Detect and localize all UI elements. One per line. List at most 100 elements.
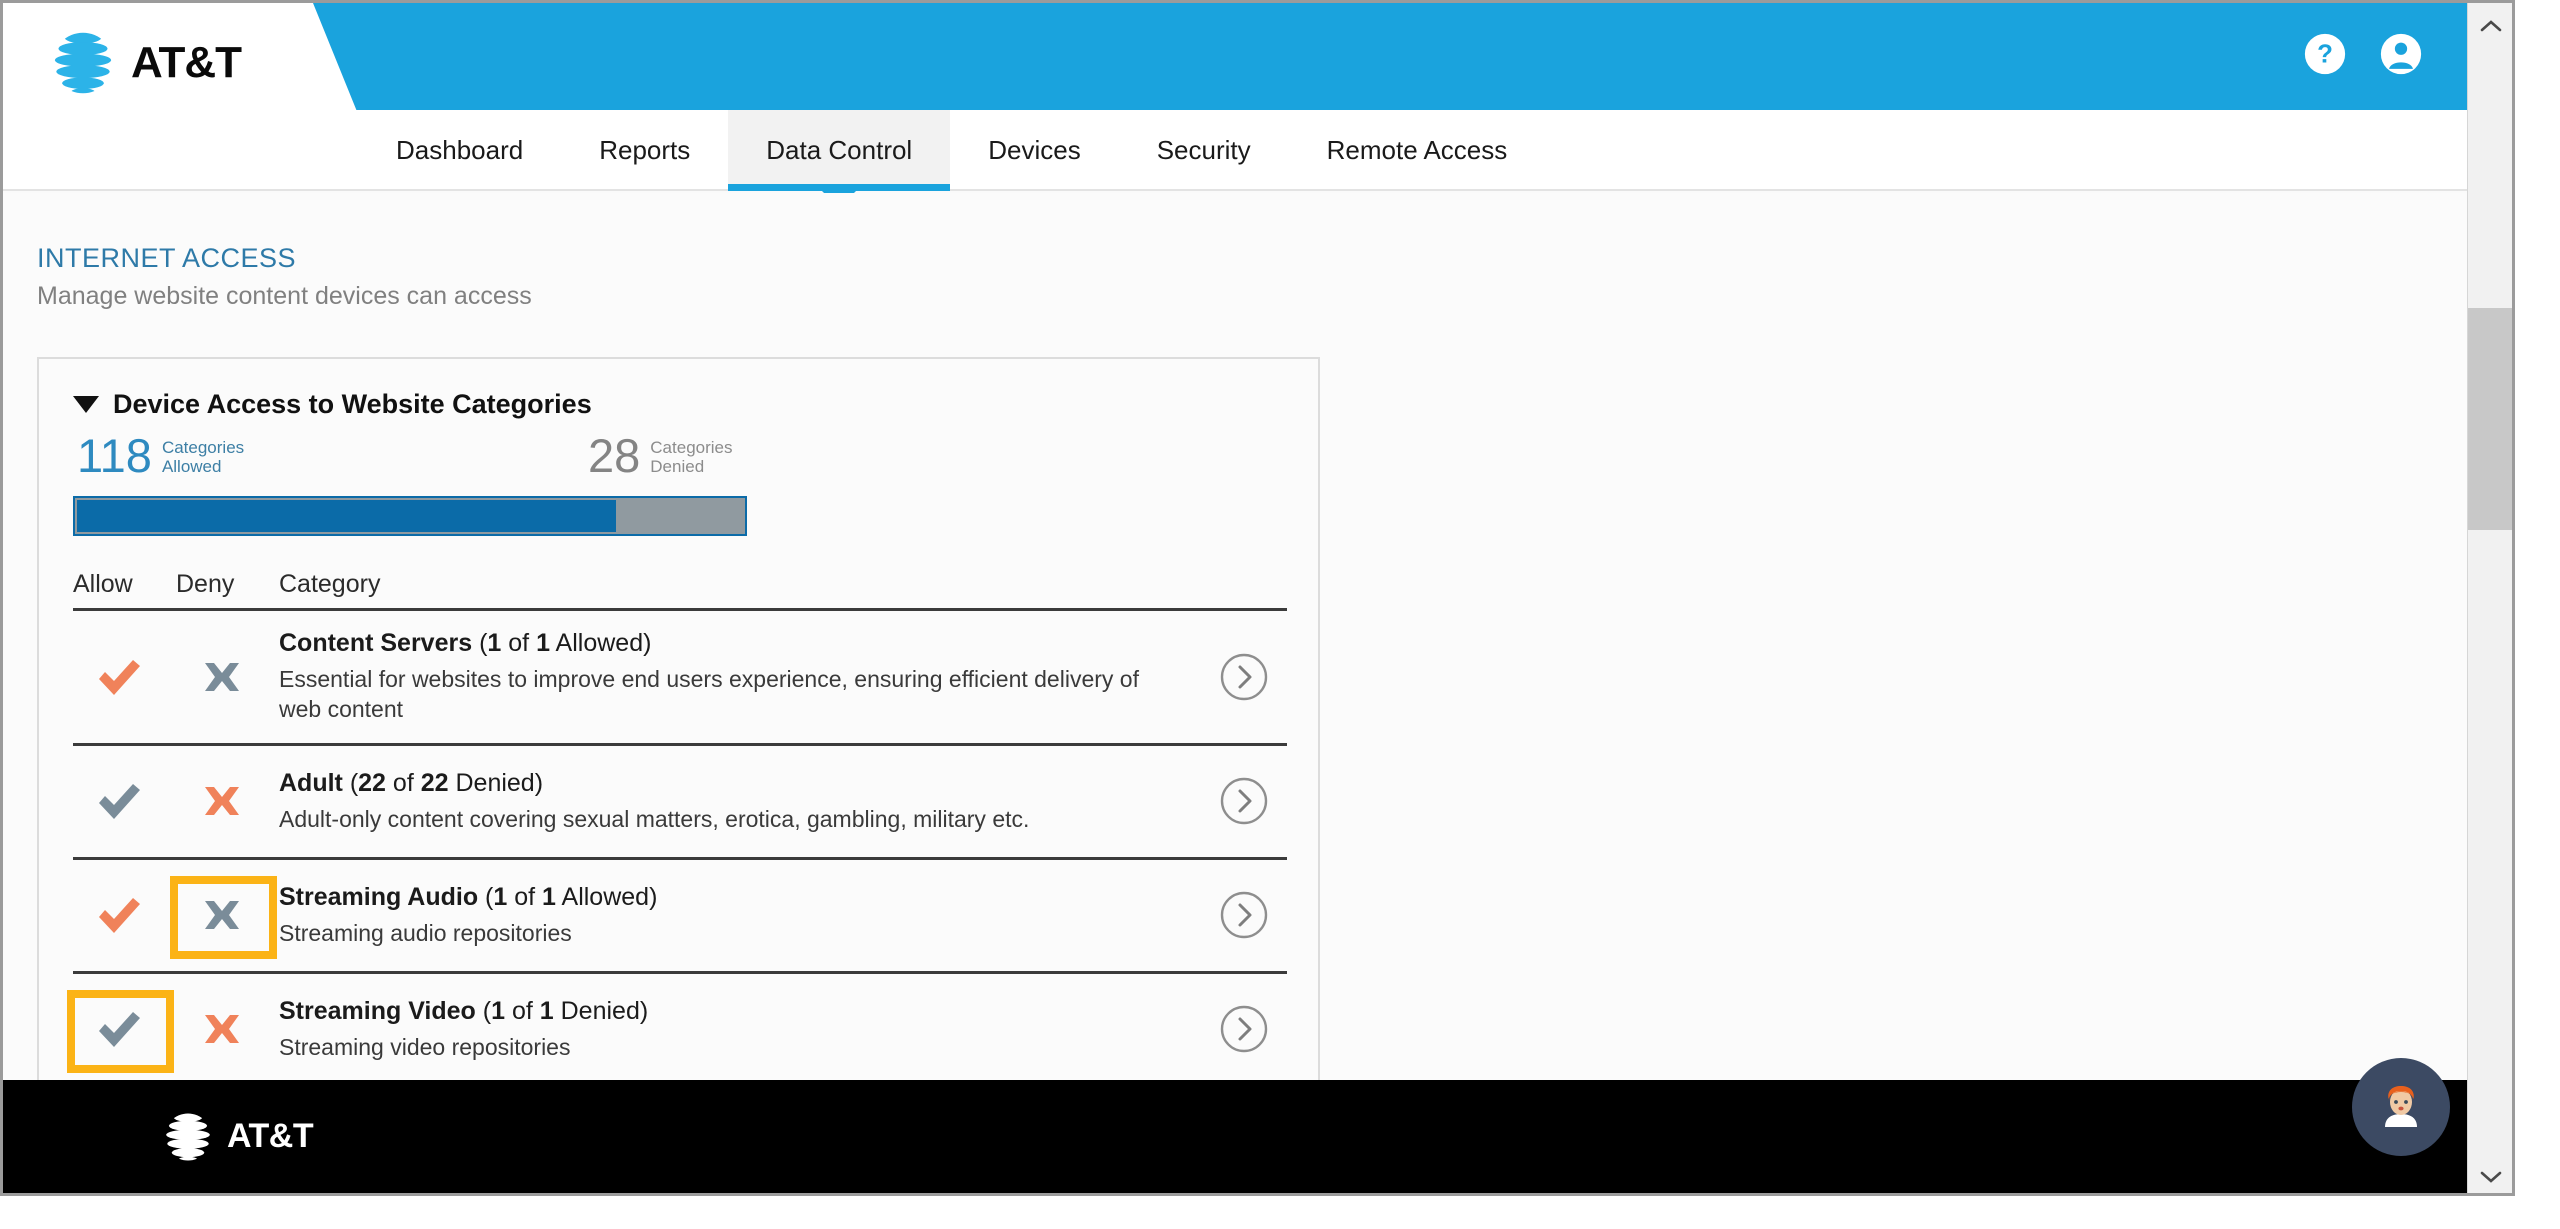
category-description: Streaming audio repositories [279, 919, 572, 946]
footer-wordmark: AT&T [227, 1117, 314, 1155]
category-state-word: Denied [560, 996, 640, 1025]
nav-label: Reports [599, 135, 691, 165]
page-title: INTERNET ACCESS [37, 243, 297, 273]
triangle-down-icon[interactable] [73, 396, 99, 413]
chevron-right-circle-icon[interactable] [1219, 652, 1269, 702]
category-state-word: Allowed [555, 629, 644, 657]
allowed-denied-progress-bar [73, 496, 747, 536]
column-header-category: Category [279, 570, 381, 598]
scroll-down-button[interactable] [2468, 1154, 2512, 1193]
category-title: Adult (22 of 22 Denied) [279, 768, 544, 797]
category-state-word: Denied [455, 768, 535, 797]
support-agent-avatar-icon [2385, 1086, 2417, 1127]
browser-window: AT&T ? Dashboard Reports Data Control De… [0, 0, 2560, 1229]
table-row: Adult (22 of 22 Denied) Adult-only conten… [73, 746, 1287, 860]
category-detail-arrow[interactable] [1201, 652, 1287, 702]
category-title: Streaming Video (1 of 1 Denied) [279, 996, 649, 1025]
allowed-label-line2: Allowed [161, 457, 222, 477]
category-name: Streaming Audio [279, 882, 479, 911]
table-row: Content Servers (1 of 1 Allowed) Essentia… [73, 611, 1287, 746]
footer-att-logo: AT&T [160, 1109, 314, 1165]
category-info: Adult (22 of 22 Denied) Adult-only conten… [279, 769, 1201, 834]
allowed-count: 118 [77, 429, 152, 482]
panel-title: Device Access to Website Categories [113, 389, 592, 419]
nav-label: Dashboard [396, 135, 524, 165]
allow-toggle-streaming-audio[interactable] [73, 878, 176, 953]
main-navigation: Dashboard Reports Data Control Devices S… [3, 110, 2512, 208]
cross-mark-icon [205, 1015, 239, 1044]
allowed-label-line1: Categories [161, 438, 245, 457]
scroll-thumb[interactable] [2468, 308, 2512, 530]
category-title: Streaming Audio (1 of 1 Allowed) [279, 882, 658, 911]
att-brand-logo[interactable]: AT&T [47, 27, 242, 99]
table-row: Streaming Audio (1 of 1 Allowed) Streamin… [73, 860, 1287, 974]
denied-count: 28 [588, 429, 641, 482]
category-count-current: 22 [358, 768, 386, 797]
category-count-total: 1 [542, 882, 556, 911]
scroll-up-button[interactable] [2468, 3, 2512, 48]
category-count-current: 1 [491, 996, 506, 1025]
category-detail-arrow[interactable] [1201, 1004, 1287, 1054]
account-circle-icon[interactable] [2378, 31, 2424, 77]
category-count-current: 1 [487, 629, 502, 657]
category-description: Essential for websites to improve end us… [279, 666, 1139, 723]
category-title: Content Servers (1 of 1 Allowed) [279, 629, 652, 657]
cross-mark-icon [205, 787, 239, 816]
panel-header: Device Access to Website Categories [73, 389, 1282, 420]
category-count-total: 1 [539, 996, 554, 1025]
nav-label: Security [1156, 135, 1251, 165]
category-detail-arrow[interactable] [1201, 776, 1287, 826]
chevron-right-circle-icon[interactable] [1219, 890, 1269, 940]
allowed-label: Categories Allowed [162, 432, 244, 476]
category-info: Streaming Video (1 of 1 Denied) Streaming… [279, 997, 1201, 1062]
category-count-current: 1 [493, 882, 508, 911]
att-wordmark: AT&T [131, 38, 242, 87]
category-stats: 118 Categories Allowed 28 Categories Den… [73, 432, 738, 490]
stat-categories-allowed: 118 Categories Allowed [77, 432, 244, 479]
check-mark-icon [99, 898, 140, 934]
category-table-header: Allow Deny Category [73, 570, 1287, 611]
nav-item-reports[interactable]: Reports [561, 110, 728, 191]
vertical-scrollbar[interactable] [2467, 3, 2512, 1193]
nav-label: Remote Access [1326, 135, 1508, 165]
att-globe-icon-footer [164, 1112, 212, 1161]
allow-toggle-adult[interactable] [73, 764, 176, 839]
stat-categories-denied: 28 Categories Denied [588, 432, 733, 479]
category-info: Content Servers (1 of 1 Allowed) Essentia… [279, 629, 1201, 725]
page-footer: AT&T [3, 1080, 2512, 1193]
nav-item-security[interactable]: Security [1119, 110, 1289, 191]
page-viewport: AT&T ? Dashboard Reports Data Control De… [0, 0, 2515, 1196]
nav-item-remote-access[interactable]: Remote Access [1289, 110, 1546, 191]
nav-item-devices[interactable]: Devices [950, 110, 1118, 191]
category-name: Adult [279, 768, 343, 797]
category-description: Streaming video repositories [279, 1033, 571, 1060]
category-count-total: 1 [536, 629, 550, 657]
scroll-up-arrow-icon [2480, 19, 2501, 31]
support-chat-button[interactable] [2352, 1058, 2450, 1156]
scroll-down-arrow-icon [2480, 1171, 2501, 1183]
category-name: Content Servers [279, 629, 473, 657]
table-row: Streaming Video (1 of 1 Denied) Streaming… [73, 974, 1287, 1088]
category-info: Streaming Audio (1 of 1 Allowed) Streamin… [279, 883, 1201, 948]
allow-toggle-content-servers[interactable] [73, 629, 176, 725]
help-circle-icon[interactable]: ? [2302, 31, 2348, 77]
deny-toggle-content-servers[interactable] [176, 629, 279, 725]
deny-toggle-streaming-video[interactable] [176, 992, 279, 1067]
progress-fill [77, 500, 617, 532]
nav-item-list: Dashboard Reports Data Control Devices S… [358, 110, 1546, 208]
chevron-right-circle-icon[interactable] [1219, 776, 1269, 826]
column-header-deny: Deny [176, 570, 235, 598]
check-mark-icon [99, 784, 140, 820]
category-detail-arrow[interactable] [1201, 890, 1287, 940]
app-header: AT&T ? [3, 3, 2512, 114]
nav-item-data-control[interactable]: Data Control [728, 110, 951, 208]
nav-item-dashboard[interactable]: Dashboard [358, 110, 561, 191]
page-content: INTERNET ACCESS Manage website content d… [3, 193, 2512, 1193]
allow-toggle-streaming-video[interactable] [73, 992, 176, 1067]
page-heading: INTERNET ACCESS Manage website content d… [37, 243, 532, 311]
chevron-right-circle-icon[interactable] [1219, 1004, 1269, 1054]
deny-toggle-streaming-audio[interactable] [176, 878, 279, 953]
nav-label: Data Control [766, 135, 913, 165]
denied-label-line1: Categories [650, 438, 733, 457]
deny-toggle-adult[interactable] [176, 764, 279, 839]
